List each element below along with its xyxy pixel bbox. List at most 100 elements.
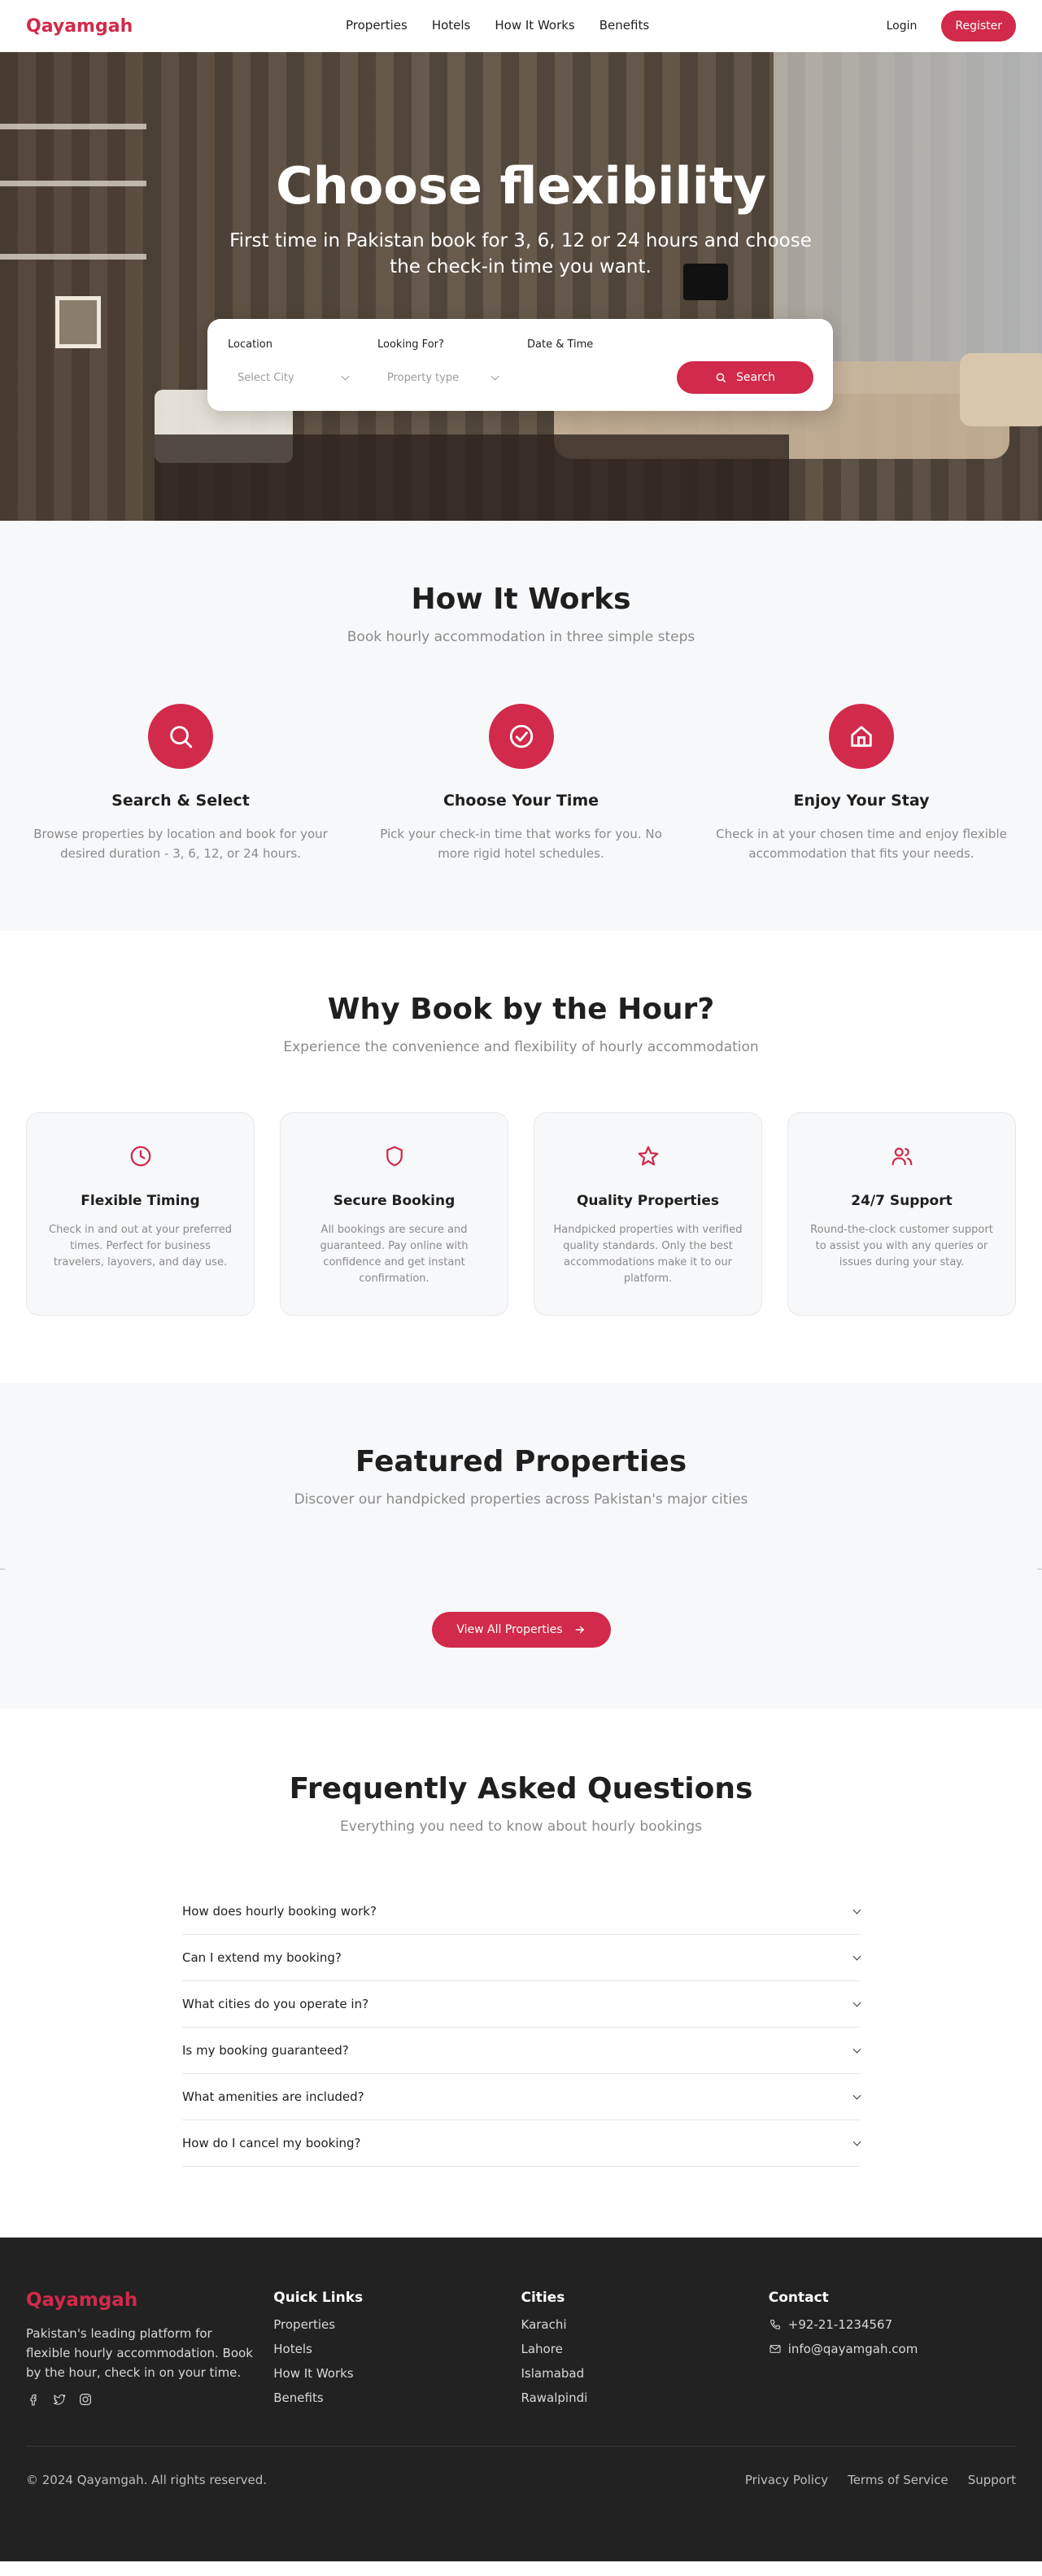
property-type-select[interactable]: Property type [377,363,508,392]
search-icon [170,726,193,749]
faq-question: What amenities are included? [182,2089,364,2104]
why-cards: Flexible Timing Check in and out at your… [26,1112,1016,1316]
contact-phone[interactable]: +92-21-1234567 [769,2317,1016,2332]
nav-link-how-it-works[interactable]: How It Works [495,18,574,33]
step-icon-circle [829,704,894,769]
footer-about: Qayamgah Pakistan's leading platform for… [26,2290,273,2415]
facebook-icon[interactable] [26,2392,41,2407]
why-section: Why Book by the Hour? Experience the con… [0,931,1042,1383]
benefit-text: Check in and out at your preferred times… [49,1224,232,1268]
faq-question: Can I extend my booking? [182,1950,342,1965]
nav-link-hotels[interactable]: Hotels [432,18,471,33]
faq-title: Frequently Asked Questions [289,1772,753,1805]
contact-phone-text: +92-21-1234567 [787,2317,893,2332]
location-select[interactable]: Select City [228,363,358,392]
carousel-prev-indicator[interactable] [0,1569,5,1570]
chevron-down-icon [852,1906,861,1914]
benefit-title: Secure Booking [333,1193,456,1209]
support-link[interactable]: Support [968,2473,1016,2487]
copyright: © 2024 Qayamgah. All rights reserved. [26,2473,268,2487]
quick-links-heading: Quick Links [273,2290,364,2306]
footer-city-karachi[interactable]: Karachi [521,2317,769,2332]
footer-city-lahore[interactable]: Lahore [521,2342,769,2356]
clock-icon [130,1146,150,1167]
main-nav: Properties Hotels How It Works Benefits [346,18,649,33]
location-label: Location [228,338,272,351]
faq-item[interactable]: How do I cancel my booking? [182,2120,861,2167]
why-title: Why Book by the Hour? [327,993,715,1026]
footer-contact: Contact +92-21-1234567 info@qayamgah.com [769,2290,1016,2415]
shield-icon [386,1146,403,1167]
date-time-input[interactable] [527,363,657,392]
contact-email[interactable]: info@qayamgah.com [769,2342,1016,2356]
step-text: Check in at your chosen time and enjoy f… [716,827,1007,861]
chevron-down-icon [852,2137,861,2146]
footer-link-hotels[interactable]: Hotels [273,2342,521,2356]
star-icon [638,1146,658,1166]
mail-icon [770,2345,781,2353]
faq-question: How does hourly booking work? [182,1904,377,1919]
faq-item[interactable]: Can I extend my booking? [182,1935,861,1981]
site-footer: Qayamgah Pakistan's leading platform for… [0,2238,1042,2561]
faq-question: How do I cancel my booking? [182,2136,361,2150]
search-button[interactable]: Search [677,361,813,394]
twitter-icon[interactable] [52,2392,67,2407]
hero-bg-table [155,434,789,521]
looking-for-label: Looking For? [377,338,444,351]
faq-subtitle: Everything you need to know about hourly… [340,1818,702,1835]
footer-columns: Qayamgah Pakistan's leading platform for… [26,2290,1016,2415]
faq-item[interactable]: What cities do you operate in? [182,1981,861,2028]
login-link[interactable]: Login [887,20,918,33]
location-field: Location Select City [228,338,358,392]
looking-for-field: Looking For? Property type [377,338,508,392]
footer-city-islamabad[interactable]: Islamabad [521,2366,769,2381]
footer-link-how-it-works[interactable]: How It Works [273,2366,521,2381]
view-all-label: View All Properties [456,1623,563,1636]
why-subtitle: Experience the convenience and flexibili… [283,1039,759,1055]
footer-divider [26,2446,1016,2447]
step-title: Choose Your Time [443,792,599,810]
legal-links: Privacy Policy Terms of Service Support [745,2473,1016,2487]
faq-section: Frequently Asked Questions Everything yo… [0,1709,1042,2238]
footer-link-properties[interactable]: Properties [273,2317,521,2332]
view-all-properties-button[interactable]: View All Properties [431,1612,611,1648]
date-time-label: Date & Time [527,338,594,351]
home-icon [851,726,872,747]
step-title: Enjoy Your Stay [793,792,930,810]
brand-logo[interactable]: Qayamgah [26,16,133,37]
footer-cities: Cities Karachi Lahore Islamabad Rawalpin… [521,2290,769,2415]
how-step: Enjoy Your Stay Check in at your chosen … [707,704,1016,863]
hero-bg-frame [55,296,101,348]
benefit-card: Quality Properties Handpicked properties… [534,1112,762,1316]
privacy-policy-link[interactable]: Privacy Policy [745,2473,828,2487]
hero-title: Choose flexibility [276,156,766,216]
footer-city-rawalpindi[interactable]: Rawalpindi [521,2390,769,2405]
carousel-next-indicator[interactable] [1037,1569,1042,1570]
phone-icon [770,2320,780,2329]
hero-bg-cushion [960,353,1042,426]
nav-link-benefits[interactable]: Benefits [599,18,649,33]
faq-item[interactable]: Is my booking guaranteed? [182,2028,861,2074]
benefit-card: Flexible Timing Check in and out at your… [26,1112,255,1316]
faq-item[interactable]: How does hourly booking work? [182,1888,861,1935]
footer-link-benefits[interactable]: Benefits [273,2390,521,2405]
nav-link-properties[interactable]: Properties [346,18,408,33]
search-card: Location Select City Looking For? Proper… [207,319,833,411]
featured-subtitle: Discover our handpicked properties acros… [294,1491,748,1508]
register-button[interactable]: Register [941,11,1016,41]
cities-heading: Cities [521,2290,565,2306]
how-subtitle: Book hourly accommodation in three simpl… [347,629,695,645]
footer-brand[interactable]: Qayamgah [26,2290,273,2311]
step-title: Search & Select [111,792,250,810]
faq-item[interactable]: What amenities are included? [182,2074,861,2120]
contact-heading: Contact [768,2290,829,2306]
how-it-works-section: How It Works Book hourly accommodation i… [0,521,1042,931]
benefit-title: Quality Properties [576,1193,719,1209]
instagram-icon[interactable] [78,2392,93,2407]
benefit-title: Flexible Timing [81,1193,200,1209]
step-icon-circle [148,704,213,769]
footer-description: Pakistan's leading platform for flexible… [26,2326,253,2380]
users-icon [892,1147,912,1166]
hero-section: Choose flexibility First time in Pakista… [0,52,1042,521]
terms-of-service-link[interactable]: Terms of Service [848,2473,948,2487]
